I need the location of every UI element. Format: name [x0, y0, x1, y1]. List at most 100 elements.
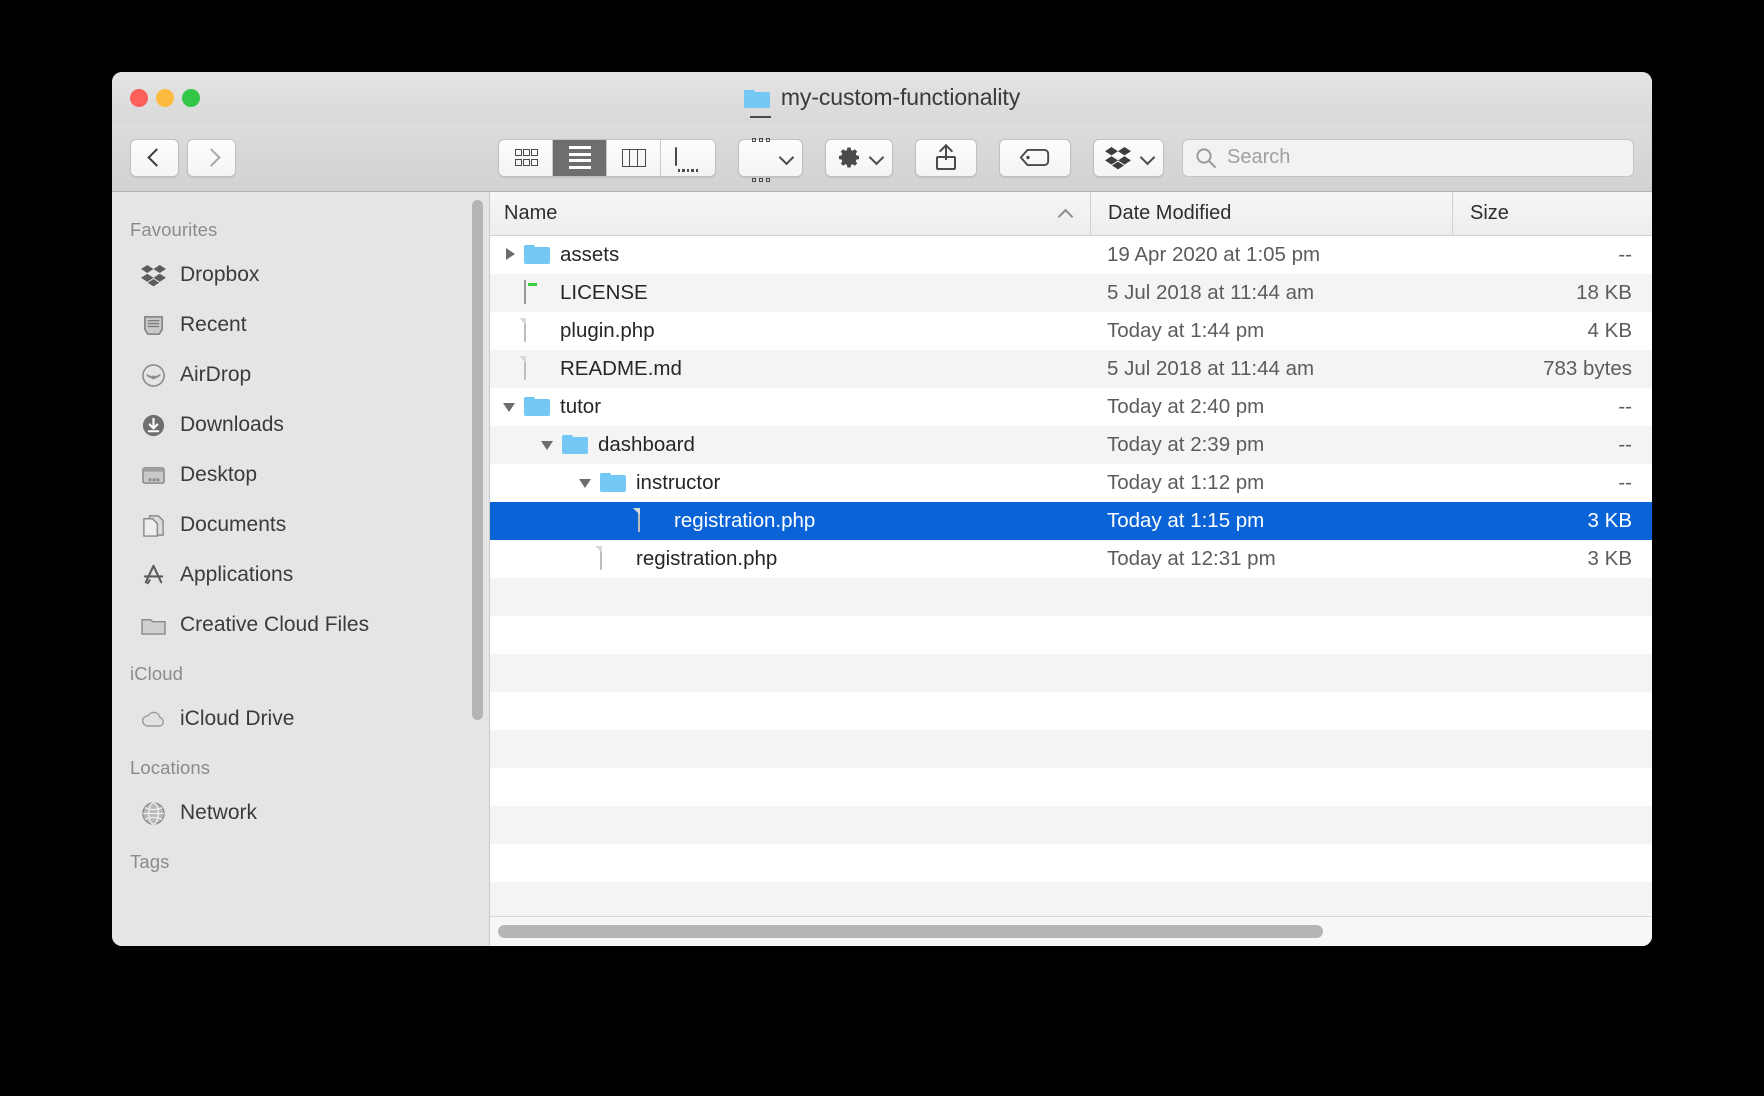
sidebar-item-label: Dropbox: [180, 263, 260, 286]
sidebar-item-label: iCloud Drive: [180, 707, 295, 730]
sidebar-item-recent[interactable]: Recent: [112, 300, 489, 350]
desktop-icon: [140, 462, 167, 489]
table-row[interactable]: tutor Today at 2:40 pm --: [490, 388, 1652, 426]
column-header-date-label: Date Modified: [1108, 202, 1232, 224]
sidebar-item-downloads[interactable]: Downloads: [112, 400, 489, 450]
cell-size: 18 KB: [1576, 281, 1632, 304]
empty-row: [490, 882, 1652, 916]
documents-icon: [140, 512, 167, 539]
document-icon: [638, 508, 664, 534]
folder-icon: [743, 88, 770, 108]
table-row[interactable]: assets 19 Apr 2020 at 1:05 pm --: [490, 236, 1652, 274]
sidebar-header-tags: Tags: [130, 851, 170, 872]
window-body: Favourites Dropbox Recent AirDrop Downlo…: [112, 192, 1652, 946]
cell-date-modified: Today at 1:15 pm: [1107, 509, 1265, 532]
action-menu-button[interactable]: [825, 138, 893, 177]
disclosure-triangle-icon[interactable]: [538, 434, 560, 456]
cell-size: --: [1618, 243, 1632, 266]
chevron-right-icon: [205, 147, 218, 169]
list-view-button[interactable]: [553, 139, 607, 176]
table-row[interactable]: registration.php Today at 1:15 pm 3 KB: [490, 502, 1652, 540]
table-row[interactable]: dashboard Today at 2:39 pm --: [490, 426, 1652, 464]
gear-icon: [839, 147, 859, 167]
file-name-label: registration.php: [636, 547, 778, 570]
file-name-label: tutor: [560, 395, 602, 418]
table-row[interactable]: LICENSE 5 Jul 2018 at 11:44 am 18 KB: [490, 274, 1652, 312]
share-icon: [936, 145, 956, 170]
sidebar-item-documents[interactable]: Documents: [112, 500, 489, 550]
globe-icon: [140, 800, 167, 827]
column-header-date-modified[interactable]: Date Modified: [1090, 192, 1452, 235]
table-row[interactable]: plugin.php Today at 1:44 pm 4 KB: [490, 312, 1652, 350]
dropbox-icon: [140, 262, 167, 289]
disclosure-triangle-icon[interactable]: [500, 282, 522, 304]
document-icon: [600, 546, 626, 572]
cell-size: --: [1618, 395, 1632, 418]
share-button[interactable]: [915, 138, 977, 177]
document-icon: [524, 318, 550, 344]
empty-row: [490, 730, 1652, 768]
cell-date-modified: Today at 2:40 pm: [1107, 395, 1265, 418]
dropbox-menu-button[interactable]: [1093, 138, 1164, 177]
cell-name: instructor: [490, 470, 1090, 496]
sidebar-item-applications[interactable]: Applications: [112, 550, 489, 600]
cell-name: registration.php: [490, 508, 1090, 534]
sidebar-item-label: Downloads: [180, 413, 284, 436]
column-header-name[interactable]: Name: [490, 202, 1090, 225]
cell-date-modified: Today at 1:44 pm: [1107, 319, 1265, 342]
cell-name: registration.php: [490, 546, 1090, 572]
arrange-grid-icon: [750, 116, 771, 199]
sidebar-item-label: Applications: [180, 563, 294, 586]
cell-size: 783 bytes: [1543, 357, 1632, 380]
cell-size: --: [1618, 433, 1632, 456]
search-field[interactable]: Search: [1182, 138, 1634, 177]
cell-size: 4 KB: [1587, 319, 1632, 342]
forward-button[interactable]: [187, 138, 236, 177]
table-row[interactable]: instructor Today at 1:12 pm --: [490, 464, 1652, 502]
column-header-size[interactable]: Size: [1452, 192, 1652, 235]
file-name-label: dashboard: [598, 433, 695, 456]
back-button[interactable]: [130, 138, 179, 177]
sidebar-item-desktop[interactable]: Desktop: [112, 450, 489, 500]
cell-date-modified: Today at 12:31 pm: [1107, 547, 1276, 570]
table-row[interactable]: README.md 5 Jul 2018 at 11:44 am 783 bytes: [490, 350, 1652, 388]
empty-row: [490, 692, 1652, 730]
horizontal-scrollbar[interactable]: [490, 916, 1652, 946]
icon-view-button[interactable]: [499, 139, 553, 176]
applications-icon: [140, 562, 167, 589]
sidebar-header-favourites: Favourites: [130, 219, 218, 240]
sidebar-item-airdrop[interactable]: AirDrop: [112, 350, 489, 400]
sidebar-item-icloud-drive[interactable]: iCloud Drive: [112, 694, 489, 744]
cell-name: dashboard: [490, 432, 1090, 458]
dropbox-icon: [1105, 146, 1131, 169]
chevron-left-icon: [148, 147, 161, 169]
horizontal-scrollbar-thumb[interactable]: [498, 925, 1324, 938]
sidebar-item-dropbox[interactable]: Dropbox: [112, 250, 489, 300]
disclosure-triangle-icon[interactable]: [500, 396, 522, 418]
folder-icon: [524, 242, 550, 268]
folder-icon: [562, 432, 588, 458]
cell-name: LICENSE: [490, 280, 1090, 306]
cell-size: --: [1618, 471, 1632, 494]
empty-row: [490, 844, 1652, 882]
table-row[interactable]: registration.php Today at 12:31 pm 3 KB: [490, 540, 1652, 578]
arrange-button[interactable]: [738, 116, 803, 182]
sidebar-scrollbar[interactable]: [472, 200, 483, 720]
disclosure-triangle-icon[interactable]: [500, 244, 522, 266]
unix-executable-icon: [524, 280, 550, 306]
sidebar-item-creative-cloud-files[interactable]: Creative Cloud Files: [112, 600, 489, 650]
gallery-view-button[interactable]: [661, 139, 715, 176]
folder-icon: [140, 612, 167, 639]
sidebar-item-network[interactable]: Network: [112, 788, 489, 838]
empty-row: [490, 806, 1652, 844]
caret-up-icon: [1060, 211, 1072, 223]
tag-button[interactable]: [999, 138, 1071, 177]
sidebar-item-label: Network: [180, 801, 258, 824]
chevron-down-icon: [870, 151, 883, 164]
column-view-button[interactable]: [607, 139, 661, 176]
empty-row: [490, 616, 1652, 654]
cell-name: plugin.php: [490, 318, 1090, 344]
file-rows: assets 19 Apr 2020 at 1:05 pm -- LICENSE 5 J…: [490, 236, 1652, 916]
disclosure-triangle-icon[interactable]: [576, 472, 598, 494]
cell-size: 3 KB: [1587, 509, 1632, 532]
